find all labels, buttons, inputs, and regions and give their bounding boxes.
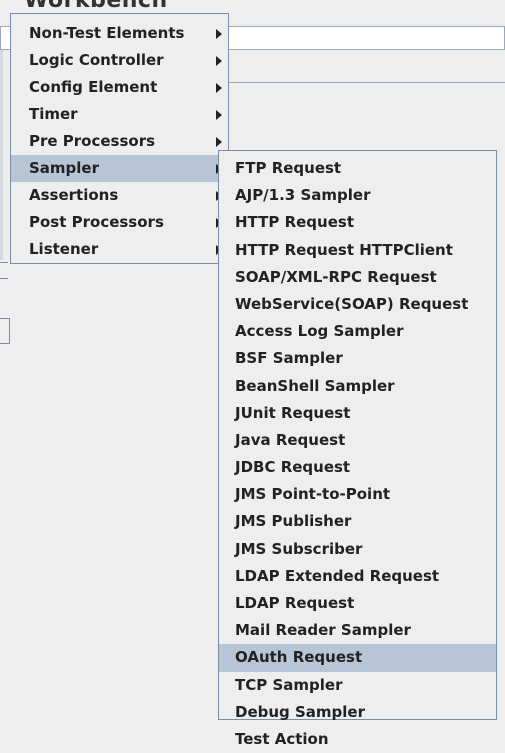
menu-item-sampler[interactable]: Sampler: [11, 155, 228, 182]
submenu-item-label: Access Log Sampler: [235, 322, 404, 341]
submenu-item-tcp-sampler[interactable]: TCP Sampler: [219, 672, 496, 699]
tree-connector: [0, 278, 8, 279]
submenu-item-bsf-sampler[interactable]: BSF Sampler: [219, 345, 496, 372]
submenu-item-label: Mail Reader Sampler: [235, 621, 411, 640]
submenu-item-label: HTTP Request HTTPClient: [235, 240, 453, 259]
submenu-item-label: TCP Sampler: [235, 675, 343, 694]
submenu-item-label: SOAP/XML-RPC Request: [235, 267, 437, 286]
submenu-arrow-icon: [216, 56, 222, 66]
window-title: Workbench: [24, 0, 168, 13]
submenu-item-label: JDBC Request: [235, 458, 351, 477]
menu-item-label: Listener: [29, 240, 99, 258]
submenu-item-label: FTP Request: [235, 159, 342, 177]
submenu-item-junit-request[interactable]: JUnit Request: [219, 400, 496, 427]
submenu-item-jms-publisher[interactable]: JMS Publisher: [219, 508, 496, 535]
submenu-item-test-action[interactable]: Test Action: [219, 726, 496, 753]
submenu-item-label: Debug Sampler: [235, 702, 366, 721]
submenu-item-label: BeanShell Sampler: [235, 376, 395, 395]
submenu-item-ldap-request[interactable]: LDAP Request: [219, 590, 496, 617]
submenu-item-label: BSF Sampler: [235, 349, 343, 368]
menu-item-assertions[interactable]: Assertions: [11, 182, 228, 209]
menu-item-label: Config Element: [29, 78, 158, 96]
submenu-item-label: Java Request: [235, 430, 346, 449]
submenu-item-java-request[interactable]: Java Request: [219, 427, 496, 454]
submenu-item-http-request-httpclient[interactable]: HTTP Request HTTPClient: [219, 237, 496, 264]
menu-item-listener[interactable]: Listener: [11, 236, 228, 263]
submenu-arrow-icon: [216, 137, 222, 147]
submenu-item-label: JUnit Request: [235, 403, 351, 422]
menu-item-label: Sampler: [29, 159, 100, 177]
sampler-submenu: FTP Request AJP/1.3 Sampler HTTP Request…: [218, 150, 497, 748]
submenu-item-label: JMS Subscriber: [235, 539, 363, 558]
submenu-arrow-icon: [216, 29, 222, 39]
submenu-item-debug-sampler[interactable]: Debug Sampler: [219, 699, 496, 726]
tree-connector: [0, 262, 8, 263]
submenu-item-http-request[interactable]: HTTP Request: [219, 209, 496, 236]
submenu-item-label: WebService(SOAP) Request: [235, 294, 469, 313]
menu-item-logic-controller[interactable]: Logic Controller: [11, 47, 228, 74]
submenu-item-label: LDAP Request: [235, 594, 355, 612]
tree-node-fragment: [0, 318, 10, 344]
submenu-item-ftp-request[interactable]: FTP Request: [219, 155, 496, 182]
submenu-item-label: Test Action: [235, 729, 329, 748]
tree-panel-edge: [0, 28, 3, 260]
submenu-item-label: HTTP Request: [235, 213, 354, 232]
submenu-item-mail-reader-sampler[interactable]: Mail Reader Sampler: [219, 617, 496, 644]
submenu-item-beanshell-sampler[interactable]: BeanShell Sampler: [219, 373, 496, 400]
menu-item-label: Pre Processors: [29, 132, 156, 150]
add-context-menu: Non-Test Elements Logic Controller Confi…: [10, 13, 229, 264]
submenu-item-access-log-sampler[interactable]: Access Log Sampler: [219, 318, 496, 345]
submenu-item-jms-subscriber[interactable]: JMS Subscriber: [219, 536, 496, 563]
submenu-item-webservice-soap-request[interactable]: WebService(SOAP) Request: [219, 291, 496, 318]
menu-item-timer[interactable]: Timer: [11, 101, 228, 128]
submenu-item-ldap-extended-request[interactable]: LDAP Extended Request: [219, 563, 496, 590]
submenu-arrow-icon: [216, 83, 222, 93]
submenu-item-jms-point-to-point[interactable]: JMS Point-to-Point: [219, 481, 496, 508]
submenu-item-label: AJP/1.3 Sampler: [235, 186, 371, 205]
submenu-item-oauth-request[interactable]: OAuth Request: [219, 644, 496, 672]
menu-item-label: Non-Test Elements: [29, 24, 185, 42]
submenu-item-ajp-sampler[interactable]: AJP/1.3 Sampler: [219, 182, 496, 209]
submenu-item-jdbc-request[interactable]: JDBC Request: [219, 454, 496, 481]
panel-divider: [228, 82, 505, 83]
menu-item-label: Assertions: [29, 186, 119, 204]
submenu-item-label: JMS Publisher: [235, 512, 352, 531]
submenu-item-label: LDAP Extended Request: [235, 566, 440, 585]
menu-item-label: Logic Controller: [29, 51, 164, 69]
submenu-arrow-icon: [216, 110, 222, 120]
menu-item-pre-processors[interactable]: Pre Processors: [11, 128, 228, 155]
submenu-item-soap-xml-rpc-request[interactable]: SOAP/XML-RPC Request: [219, 264, 496, 291]
submenu-item-label: OAuth Request: [235, 648, 363, 667]
menu-item-non-test-elements[interactable]: Non-Test Elements: [11, 20, 228, 47]
menu-item-label: Post Processors: [29, 213, 164, 231]
menu-item-post-processors[interactable]: Post Processors: [11, 209, 228, 236]
menu-item-label: Timer: [29, 105, 78, 123]
menu-item-config-element[interactable]: Config Element: [11, 74, 228, 101]
submenu-item-label: JMS Point-to-Point: [235, 485, 391, 504]
